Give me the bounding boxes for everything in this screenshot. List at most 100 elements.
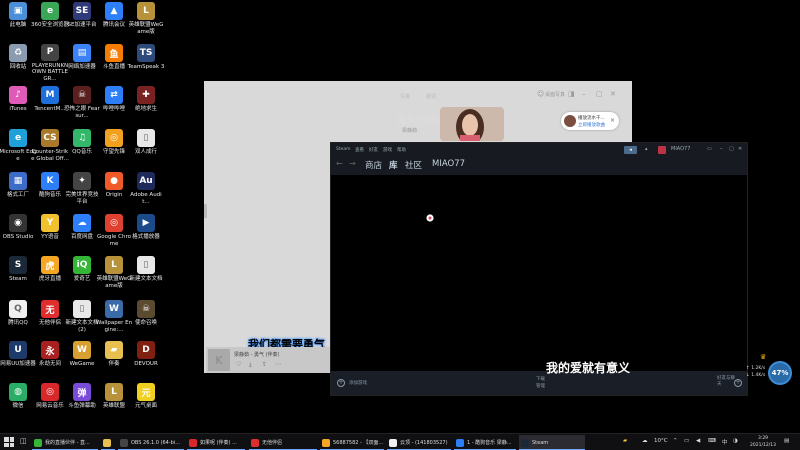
close-icon[interactable]: ✕ [738,146,742,152]
tray-expand-icon[interactable]: ⌃ [673,438,678,444]
desktop-icon[interactable]: e 360安全浏览器 [31,0,69,40]
nav-community[interactable]: 社区 [405,159,422,171]
desktop-icon[interactable]: ▤ 网络加速器 [64,42,100,82]
desktop-icon[interactable]: L 英雄联盟WeGame版 [96,254,132,294]
back-arrow-icon[interactable]: ← [336,159,343,168]
desktop-icon[interactable]: SE SE加速平台 [64,0,100,40]
desktop-icon[interactable]: W Wallpaper Engine:... [96,298,132,338]
task-view-icon[interactable]: ◫ [20,437,27,445]
desktop-icon[interactable]: ▯ 新建文本文档 [128,254,164,294]
desktop-icon[interactable]: D DEVOUR [128,339,164,379]
desktop-icon[interactable]: 元元气桌面 [128,381,164,421]
window-mode-icon[interactable]: ◨ [568,90,575,98]
notification-icon[interactable]: ▴ [645,146,648,152]
friends-chat-button[interactable]: 好友与聊天 [717,376,735,388]
desktop-icon[interactable]: Y YY语音 [32,212,68,252]
maximize-icon[interactable]: ▢ [596,90,603,98]
add-game-button[interactable]: 添加游戏 [349,380,367,386]
nav-user[interactable]: MIAO77 [432,159,465,169]
desktop-icon[interactable]: ▣ 此电脑 [0,0,36,40]
taskbar-button[interactable]: 无他伴侣 [249,435,317,450]
desktop-icon[interactable]: U 网易UU加速器 [0,339,36,379]
desktop-icon[interactable]: ☠ 使命召唤 [128,298,164,338]
language-indicator[interactable]: 中 [722,438,728,446]
menu-friends[interactable]: 好友 [369,147,378,153]
downloads-manage[interactable]: 管理 [536,383,545,389]
desktop-icon[interactable]: ◍ 微信 [0,381,36,421]
taskbar-button[interactable]: 1 - 酷狗音乐 梁静... [454,435,516,450]
menu-help[interactable]: 帮助 [397,147,406,153]
desktop-icon[interactable]: 鱼斗鱼直播 [96,42,132,82]
windows-start-icon[interactable] [4,437,14,447]
broadcast-icon[interactable]: ◂ [624,146,637,154]
friends-add-icon[interactable]: + [734,379,742,387]
taskbar-button[interactable]: 云顶 - (141803527) [387,435,451,450]
popup-line2[interactable]: 立即播放歌曲 [578,122,605,128]
desktop-icon[interactable]: 弹斗鱼弹幕助 [64,381,100,421]
taskbar-button[interactable]: Steam [519,435,585,450]
big-picture-icon[interactable]: ▭ [707,146,712,152]
desktop-icon[interactable]: ▦ 格式工厂 [0,170,36,210]
desktop-icon[interactable]: ◎ Google Chrome [96,212,132,252]
maximize-icon[interactable]: ▢ [729,146,734,152]
minimize-icon[interactable]: – [582,90,586,98]
desktop-icon[interactable]: ◉ OBS Studio [0,212,36,252]
desktop-icon[interactable]: Au Adobe Audit... [128,170,164,210]
desktop-icon[interactable]: P PLAYERUNKNOWN BATTLEGR... [32,42,68,82]
tab-photos[interactable]: 写真 [400,93,410,100]
recommend-popup[interactable]: 播放流水千... 立即播放歌曲 × [561,112,619,130]
drag-handle[interactable] [204,204,207,218]
desktop-icon[interactable]: 永永劫无间 [32,339,68,379]
weather-temp[interactable]: 10°C [654,438,668,444]
skin-icon[interactable]: ☺ [537,90,544,98]
username-top[interactable]: MIAO77 [671,146,690,152]
taskbar-button[interactable]: 56887582 - 【双面... [320,435,384,450]
desktop-icon[interactable]: L 英雄联盟WeGame版 [128,0,164,40]
more-icon[interactable]: ⋯ [275,361,281,368]
taskbar-button[interactable]: 如果呢 (伴奏) ... [187,435,245,450]
desktop-icon[interactable]: ♪ iTunes [0,84,36,124]
desktop-icon[interactable]: ▶ 格式播放器 [128,212,164,252]
add-game-icon[interactable]: + [337,379,345,387]
desktop-icon[interactable]: ◎ 网易云音乐 [32,381,68,421]
desktop-icon[interactable]: CS Counter-Strike Global Off... [31,127,69,167]
notification-center-icon[interactable]: ▤ [784,438,789,444]
desktop-icon[interactable]: S Steam [0,254,36,294]
desktop-icon[interactable]: ✚ 绝地求生 [128,84,164,124]
share-icon[interactable]: ⇪ [262,361,267,368]
desktop-icon[interactable]: W WeGame [64,339,100,379]
avatar[interactable] [658,146,666,154]
nav-library[interactable]: 库 [389,159,398,171]
desktop-icon[interactable]: ♫ QQ音乐 [64,127,100,167]
nav-store[interactable]: 商店 [365,159,382,171]
clock[interactable]: 3:29 2021/12/13 [748,435,778,449]
desktop-icon[interactable]: ⇄ 哔哩哔哩 [96,84,132,124]
menu-steam[interactable]: Steam [336,147,351,152]
app-tray-icon[interactable]: ▰ [623,438,627,444]
close-icon[interactable]: ✕ [610,90,616,98]
tab-lyrics[interactable]: 歌词 [426,93,436,100]
menu-view[interactable]: 查看 [355,147,364,153]
desktop-icon[interactable]: ✦ 完美世界竞技平台 [64,170,100,210]
weather-icon[interactable]: ☁ [642,438,648,444]
desktop-icon[interactable]: L 英雄联盟 [96,381,132,421]
heart-icon[interactable]: ♡ [236,361,241,368]
volume-icon[interactable]: ◀ [696,438,700,444]
taskbar-button[interactable]: OBS 26.1.0 (64-bi... [118,435,184,450]
ime-icon[interactable]: ⌨ [708,438,716,444]
album-cover-icon[interactable]: K [208,349,230,371]
download-icon[interactable]: ⤓ [249,361,252,369]
desktop-icon[interactable]: 虎虎牙直播 [32,254,68,294]
taskbar-button[interactable] [101,435,115,450]
forward-arrow-icon[interactable]: → [349,159,356,168]
network-speed-widget[interactable]: ♛ ↑ 1.2K/s ↓ 1.4K/s 47% [746,353,794,385]
desktop-icon[interactable]: ▯ 双人成行 [128,127,164,167]
network-icon[interactable]: ▭ [684,438,689,444]
ime-mode-icon[interactable]: ◑ [733,438,738,444]
desktop-icon[interactable]: Q 腾讯QQ [0,298,36,338]
desktop-icon[interactable]: ◎ 守望先锋 [96,127,132,167]
close-icon[interactable]: × [610,117,615,124]
desktop-icon[interactable]: ☠ 恐怖之眼 Fear sur... [64,84,100,124]
downloads-label[interactable]: 下载 [536,376,545,382]
desktop-icon[interactable]: ▰ 伴奏 [96,339,132,379]
